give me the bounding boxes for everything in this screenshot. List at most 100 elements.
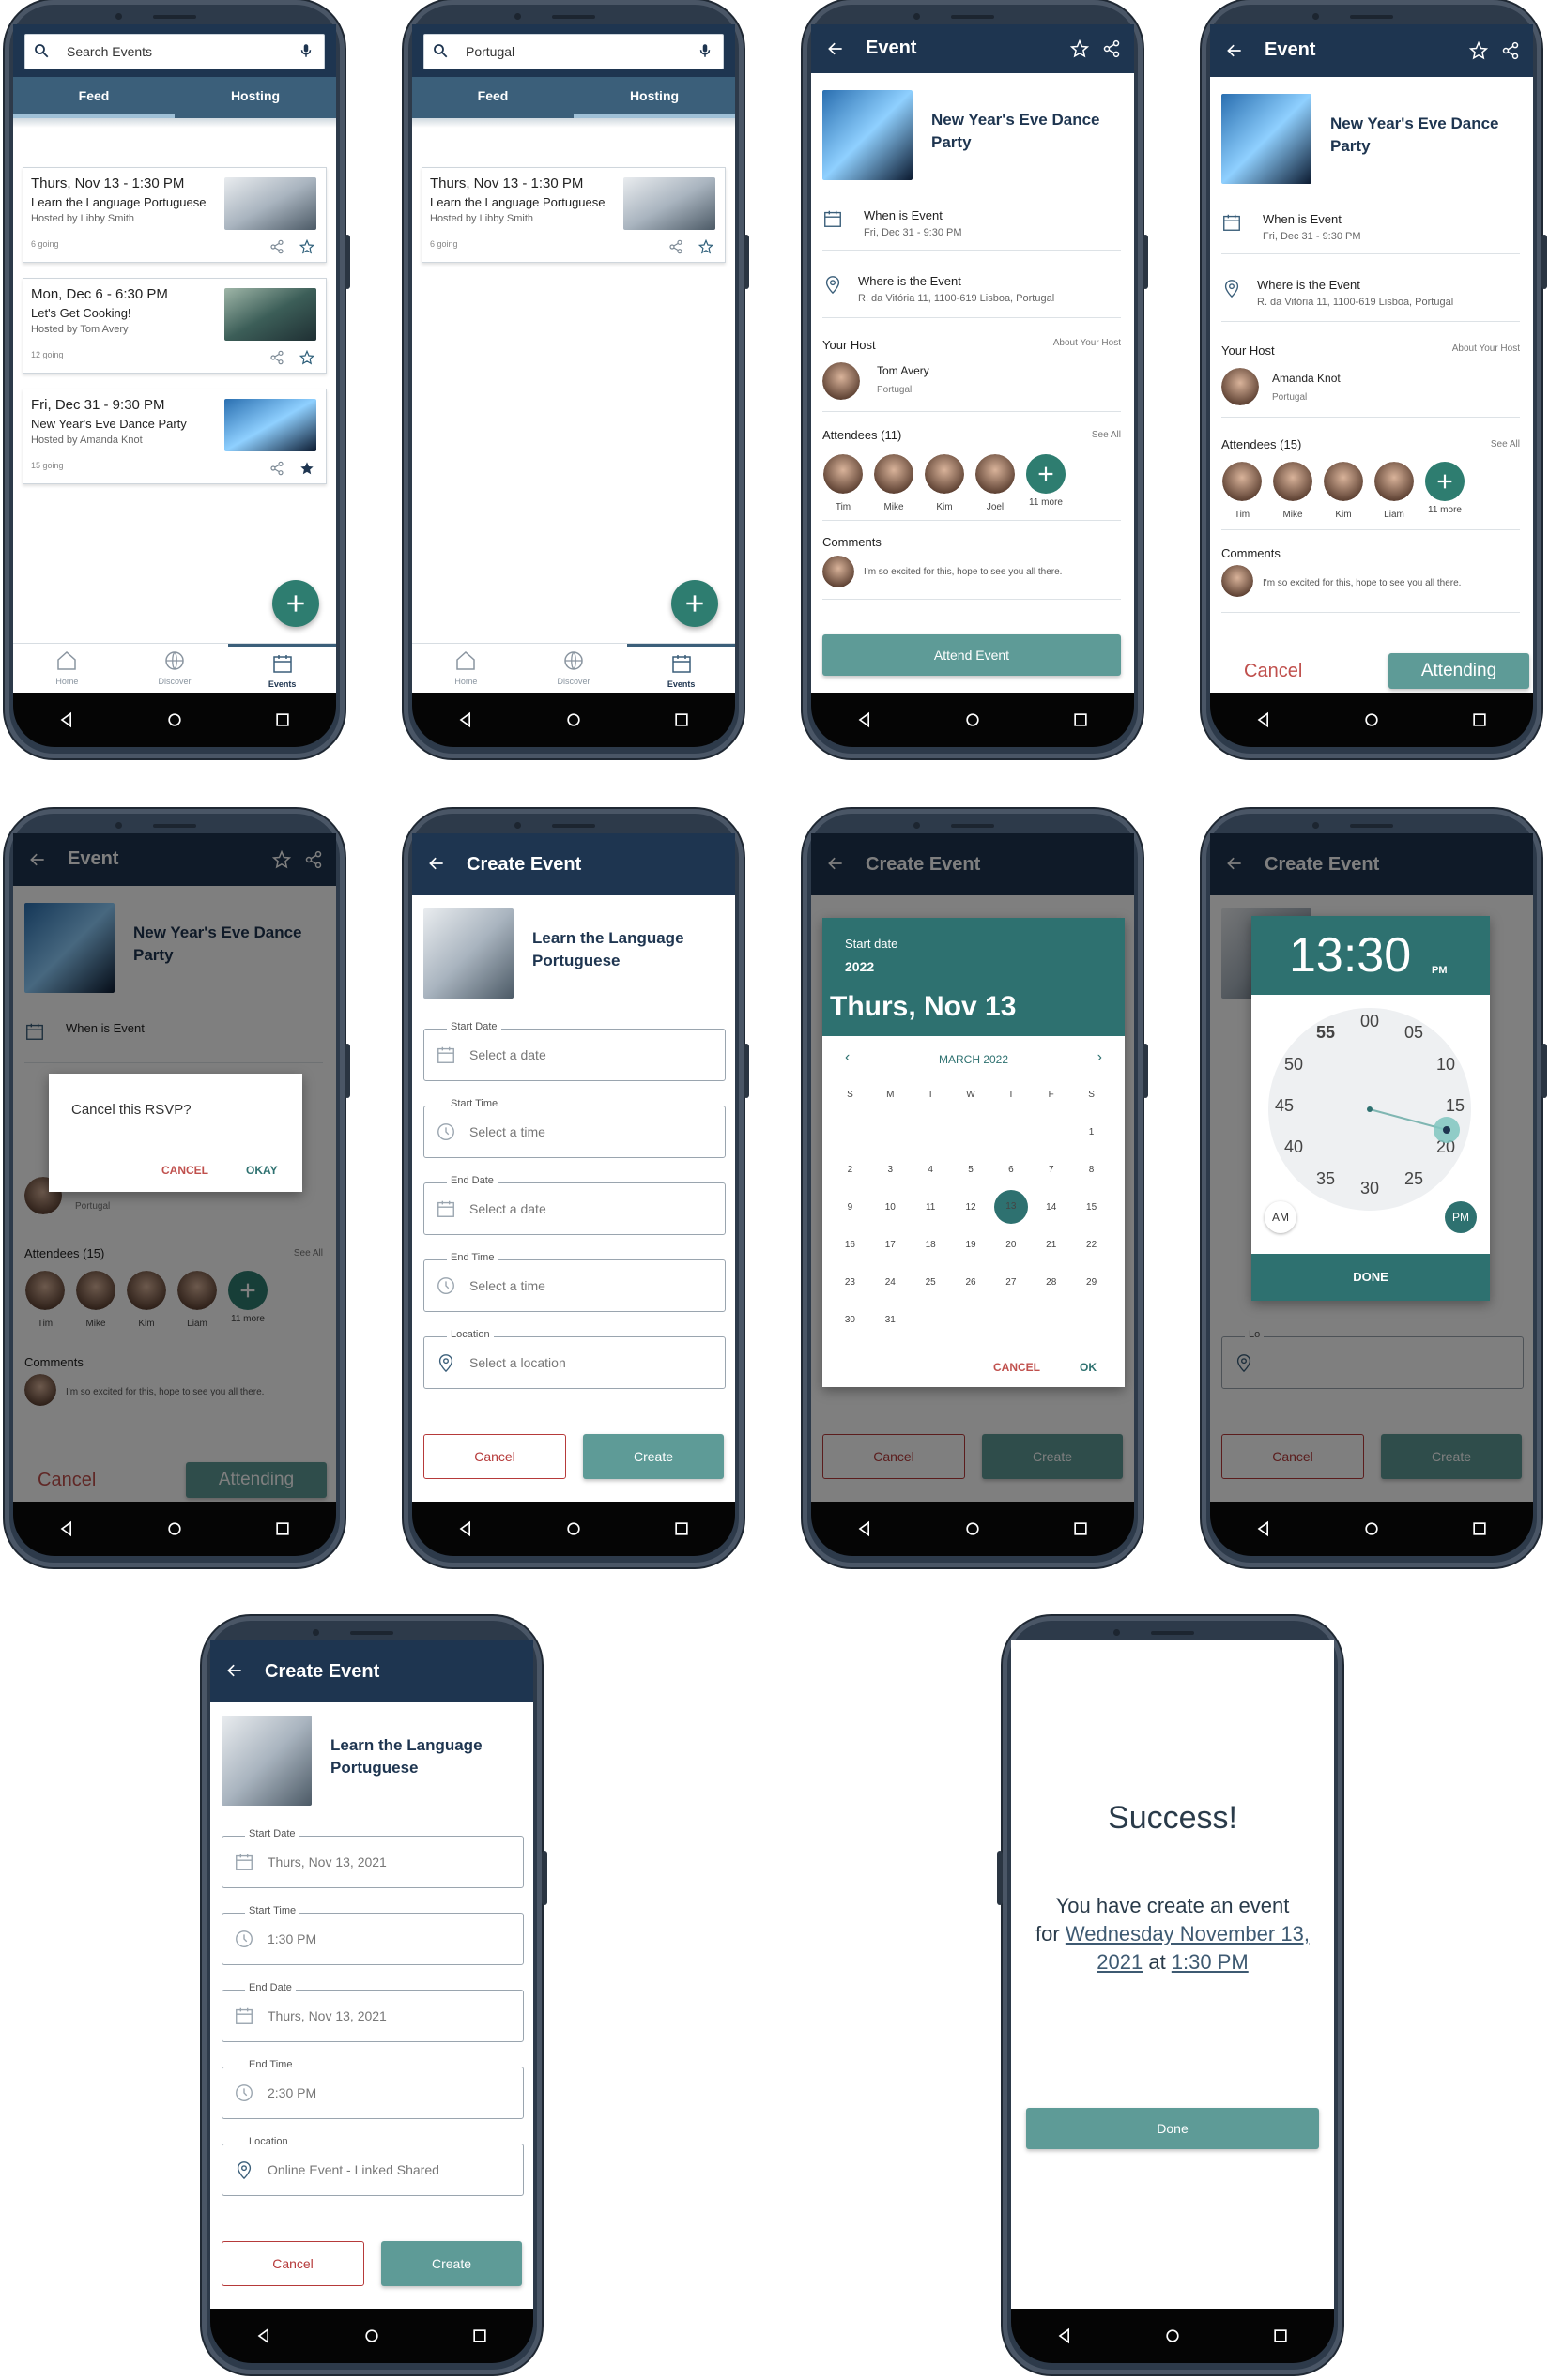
day-cell[interactable]: 24 [870, 1277, 911, 1288]
attendee[interactable]: Tim [821, 454, 866, 512]
cancel-button[interactable]: Cancel [423, 1434, 566, 1479]
tab-hosting[interactable]: Hosting [574, 77, 735, 118]
search-bar[interactable]: Search Events [24, 34, 325, 69]
add-event-button[interactable] [272, 580, 319, 627]
day-cell-selected[interactable]: 13 [990, 1190, 1031, 1224]
attendee[interactable]: Kim [922, 454, 967, 512]
attendee[interactable]: Tim [1219, 462, 1265, 520]
day-cell[interactable]: 15 [1071, 1202, 1112, 1213]
home-nav-icon[interactable] [561, 708, 586, 732]
about-host-link[interactable]: About Your Host [1452, 343, 1520, 354]
share-icon[interactable] [1501, 41, 1520, 60]
start-time-field[interactable]: Start Time Select a time [423, 1098, 726, 1158]
day-cell[interactable]: 25 [911, 1277, 951, 1288]
event-card[interactable]: Thurs, Nov 13 - 1:30 PM Learn the Langua… [422, 167, 726, 263]
more-attendees-button[interactable]: 11 more [1422, 462, 1467, 515]
create-button[interactable]: Create [381, 2241, 522, 2286]
day-cell[interactable]: 11 [911, 1202, 951, 1213]
add-event-button[interactable] [671, 580, 718, 627]
star-icon[interactable] [698, 239, 713, 254]
recents-nav-icon[interactable] [1068, 1517, 1093, 1541]
recents-nav-icon[interactable] [468, 2324, 492, 2348]
home-nav-icon[interactable] [360, 2324, 384, 2348]
day-cell[interactable]: 27 [990, 1277, 1031, 1288]
day-cell[interactable]: 16 [830, 1240, 870, 1250]
home-nav-icon[interactable] [561, 1517, 586, 1541]
cancel-button[interactable]: Cancel [1244, 661, 1302, 682]
selected-day[interactable]: 13 [993, 1190, 1028, 1224]
back-nav-icon[interactable] [1251, 1517, 1276, 1541]
share-icon[interactable] [269, 350, 284, 365]
star-icon[interactable] [1469, 41, 1488, 60]
day-cell[interactable]: 19 [951, 1240, 991, 1250]
picker-ok-button[interactable]: OK [1080, 1361, 1097, 1374]
day-cell[interactable]: 6 [990, 1165, 1031, 1175]
tab-feed[interactable]: Feed [13, 77, 175, 118]
back-arrow-icon[interactable] [225, 1661, 244, 1680]
back-arrow-icon[interactable] [427, 854, 446, 873]
back-nav-icon[interactable] [852, 1517, 877, 1541]
location-field[interactable]: Location Select a location [423, 1329, 726, 1389]
attendee[interactable]: Liam [1372, 462, 1417, 520]
day-cell[interactable]: 9 [830, 1202, 870, 1213]
create-button[interactable]: Create [583, 1434, 724, 1479]
back-nav-icon[interactable] [252, 2324, 276, 2348]
recents-nav-icon[interactable] [270, 1517, 295, 1541]
back-arrow-icon[interactable] [1225, 41, 1244, 60]
day-cell[interactable]: 22 [1071, 1240, 1112, 1250]
attendee[interactable]: Kim [1321, 462, 1366, 520]
day-cell[interactable]: 7 [1031, 1165, 1071, 1175]
attendee[interactable]: Joel [973, 454, 1018, 512]
mic-icon[interactable] [298, 42, 314, 59]
day-cell[interactable]: 2 [830, 1165, 870, 1175]
day-cell[interactable]: 17 [870, 1240, 911, 1250]
star-filled-icon[interactable] [299, 461, 314, 476]
clock-face[interactable]: 00 05 10 15 20 25 30 35 40 45 50 55 [1268, 1008, 1471, 1211]
am-toggle[interactable]: AM [1265, 1201, 1296, 1233]
recents-nav-icon[interactable] [1467, 708, 1492, 732]
see-all-link[interactable]: See All [1092, 430, 1121, 440]
done-button[interactable]: DONE [1251, 1254, 1490, 1301]
day-cell[interactable]: 28 [1031, 1277, 1071, 1288]
about-host-link[interactable]: About Your Host [1053, 338, 1121, 348]
day-cell[interactable]: 4 [911, 1165, 951, 1175]
attending-button[interactable]: Attending [1388, 653, 1529, 689]
recents-nav-icon[interactable] [1467, 1517, 1492, 1541]
recents-nav-icon[interactable] [669, 708, 694, 732]
day-cell[interactable]: 14 [1031, 1202, 1071, 1213]
nav-home[interactable]: Home [13, 644, 121, 693]
end-time-field[interactable]: End Time 2:30 PM [222, 2059, 524, 2119]
attendee[interactable]: Mike [871, 454, 916, 512]
pm-toggle[interactable]: PM [1445, 1201, 1477, 1233]
dialog-okay-button[interactable]: OKAY [246, 1164, 278, 1177]
tab-hosting[interactable]: Hosting [175, 77, 336, 118]
home-nav-icon[interactable] [1160, 2324, 1185, 2348]
home-nav-icon[interactable] [1359, 1517, 1384, 1541]
start-date-field[interactable]: Start Date Thurs, Nov 13, 2021 [222, 1828, 524, 1888]
back-nav-icon[interactable] [1052, 2324, 1077, 2348]
home-nav-icon[interactable] [960, 1517, 985, 1541]
event-time-link[interactable]: 1:30 PM [1172, 1950, 1249, 1974]
see-all-link[interactable]: See All [1491, 439, 1520, 450]
nav-discover[interactable]: Discover [520, 644, 628, 693]
start-time-field[interactable]: Start Time 1:30 PM [222, 1905, 524, 1965]
home-nav-icon[interactable] [162, 708, 187, 732]
star-icon[interactable] [1070, 39, 1089, 58]
mic-icon[interactable] [697, 42, 713, 59]
done-button[interactable]: Done [1026, 2108, 1319, 2149]
day-cell[interactable]: 5 [951, 1165, 991, 1175]
end-date-field[interactable]: End Date Select a date [423, 1175, 726, 1235]
recents-nav-icon[interactable] [1068, 708, 1093, 732]
day-cell[interactable]: 10 [870, 1202, 911, 1213]
day-cell[interactable]: 3 [870, 1165, 911, 1175]
home-nav-icon[interactable] [960, 708, 985, 732]
home-nav-icon[interactable] [162, 1517, 187, 1541]
start-date-field[interactable]: Start Date Select a date [423, 1021, 726, 1081]
day-cell[interactable]: 20 [990, 1240, 1031, 1250]
share-icon[interactable] [668, 239, 683, 254]
star-icon[interactable] [299, 239, 314, 254]
nav-events[interactable]: Events [228, 644, 336, 693]
star-icon[interactable] [299, 350, 314, 365]
picker-cancel-button[interactable]: CANCEL [993, 1361, 1040, 1374]
cancel-button[interactable]: Cancel [222, 2241, 364, 2286]
